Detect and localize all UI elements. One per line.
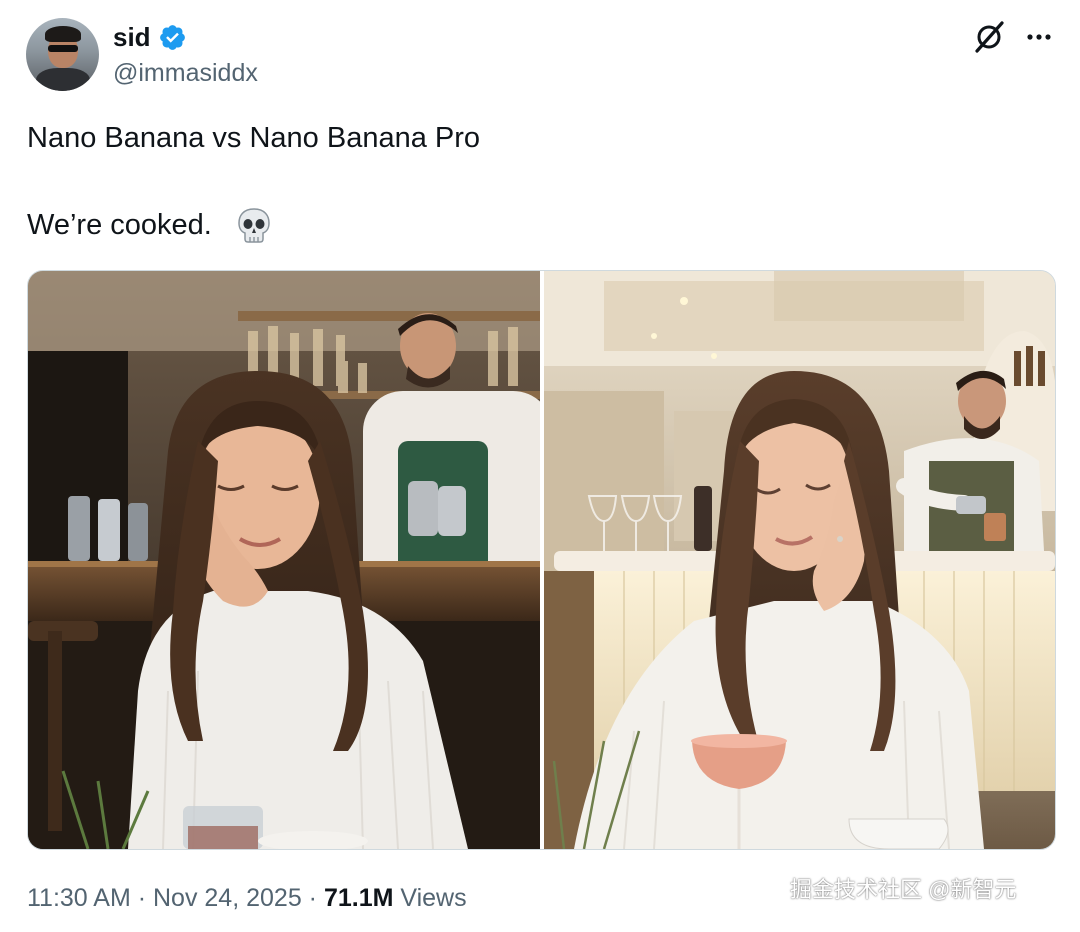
meta-separator: ·: [301, 884, 324, 912]
views-label: Views: [400, 884, 467, 912]
more-options-icon[interactable]: [1024, 22, 1054, 52]
media-image-2[interactable]: [544, 271, 1055, 849]
avatar-sunglasses: [48, 45, 78, 52]
media-image-1[interactable]: [28, 271, 540, 849]
image-2-illustration: [544, 271, 1055, 849]
author-avatar[interactable]: [26, 18, 99, 91]
avatar-body: [36, 68, 90, 91]
tweet-text-line1: Nano Banana vs Nano Banana Pro: [27, 122, 481, 154]
author-handle[interactable]: @immasiddx: [113, 58, 258, 88]
source-watermark: 掘金技术社区 @新智元: [790, 877, 1017, 902]
verified-badge-icon: [160, 25, 185, 50]
tweet-text-line2: We’re cooked.: [27, 209, 212, 241]
avatar-hair: [45, 26, 81, 42]
meta-separator: ·: [130, 884, 153, 912]
views-count[interactable]: 71.1M: [324, 884, 393, 912]
skull-icon: [238, 208, 270, 243]
image-1-illustration: [28, 271, 540, 849]
tweet-time[interactable]: 11:30 AM: [27, 884, 131, 912]
tweet-media-grid: [27, 270, 1056, 850]
tweet-date[interactable]: Nov 24, 2025: [153, 884, 302, 912]
tweet-meta-row: 11:30 AM · Nov 24, 2025 · 71.1M Views: [27, 881, 467, 915]
author-display-name[interactable]: sid: [113, 22, 151, 52]
grok-icon[interactable]: [972, 20, 1006, 54]
